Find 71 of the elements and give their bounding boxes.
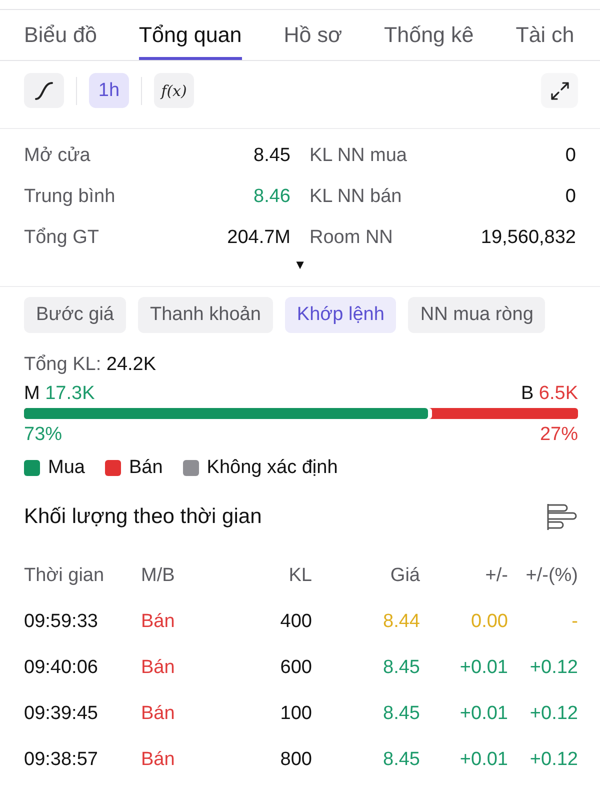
stat-label: Room NN: [310, 226, 393, 248]
time-cell-text: 09:39:45: [24, 702, 99, 726]
total-volume-value: 24.2K: [106, 354, 156, 375]
volume-cell-text: 100: [279, 702, 312, 726]
segment-tab[interactable]: Thanh khoản: [138, 297, 273, 333]
column-header: +/-(%): [524, 564, 578, 588]
side-cell-text: Bán: [141, 656, 176, 680]
tab[interactable]: Thống kê: [384, 10, 474, 60]
tab[interactable]: Tổng quan: [138, 10, 242, 60]
tab[interactable]: Hồ sơ: [284, 10, 342, 60]
change-percent-cell-text: +0.12: [528, 702, 578, 726]
column-header: +/-: [484, 564, 508, 588]
stat-value: 8.46: [254, 186, 290, 208]
change-percent-cell-text: +0.12: [528, 656, 578, 680]
sell-percent: 27%: [540, 424, 578, 446]
side-cell-text: Bán: [141, 702, 176, 726]
volume-cell-text: 800: [279, 748, 312, 772]
stat-value: 8.45: [254, 144, 290, 166]
change-percent-cell-text: -: [570, 610, 578, 634]
tab[interactable]: Tài ch: [516, 10, 574, 60]
segment-tab[interactable]: Bước giá: [24, 297, 126, 333]
change-cell-text: +0.01: [458, 656, 508, 680]
legend-label: Mua: [48, 457, 85, 479]
time-cell-text: 09:40:06: [24, 656, 99, 680]
section-title: Khối lượng theo thời gian: [24, 504, 262, 530]
side-cell-text: Bán: [141, 610, 176, 634]
chart-style-button[interactable]: [24, 73, 64, 108]
time-cell-text: 09:38:57: [24, 748, 99, 772]
sell-label: B: [520, 383, 534, 404]
price-cell-text: 8.45: [382, 748, 420, 772]
volume-cell-text: 400: [279, 610, 312, 634]
expand-icon: [550, 82, 568, 100]
buy-label: M: [24, 383, 40, 404]
buy-percent: 73%: [24, 424, 62, 446]
column-header: M/B: [141, 564, 176, 588]
stat-value: 0: [565, 186, 576, 208]
price-cell-text: 8.45: [382, 656, 420, 680]
price-cell-text: 8.44: [382, 610, 420, 634]
total-volume-label: Tổng KL:: [24, 354, 102, 375]
interval-button[interactable]: 1h: [89, 73, 129, 108]
stat-value: 19,560,832: [480, 226, 576, 248]
curve-icon: [34, 80, 54, 100]
stat-label: KL NN bán: [310, 186, 402, 208]
sell-volume: 6.5K: [538, 383, 578, 404]
stat-label: Tổng GT: [24, 226, 99, 248]
segment-tab[interactable]: NN mua ròng: [408, 297, 546, 333]
time-cell-text: 09:59:33: [24, 610, 99, 634]
price-cell-text: 8.45: [382, 702, 420, 726]
tab[interactable]: Biểu đồ: [24, 10, 97, 60]
fullscreen-button[interactable]: [541, 73, 578, 108]
column-header: Thời gian: [24, 564, 106, 588]
indicator-button[interactable]: f(x): [154, 73, 194, 108]
change-cell-text: +0.01: [458, 702, 508, 726]
volume-cell-text: 600: [279, 656, 312, 680]
change-cell-text: +0.01: [458, 748, 508, 772]
stat-label: KL NN mua: [310, 144, 407, 166]
segment-tab[interactable]: Khớp lệnh: [284, 297, 396, 333]
side-cell-text: Bán: [141, 748, 176, 772]
bar-chart-icon[interactable]: [547, 503, 577, 531]
stat-label: Mở cửa: [24, 144, 90, 166]
change-cell-text: 0.00: [470, 610, 508, 634]
stat-value: 0: [565, 144, 576, 166]
legend-label: Không xác định: [206, 457, 338, 479]
stat-label: Trung bình: [24, 186, 116, 208]
change-percent-cell-text: +0.12: [528, 748, 578, 772]
buy-volume: 17.3K: [45, 383, 95, 404]
expand-toggle[interactable]: ▼: [294, 258, 306, 272]
legend-label: Bán: [128, 457, 163, 479]
column-header: KL: [288, 564, 312, 588]
stat-value: 204.7M: [227, 226, 290, 248]
column-header: Giá: [389, 564, 420, 588]
